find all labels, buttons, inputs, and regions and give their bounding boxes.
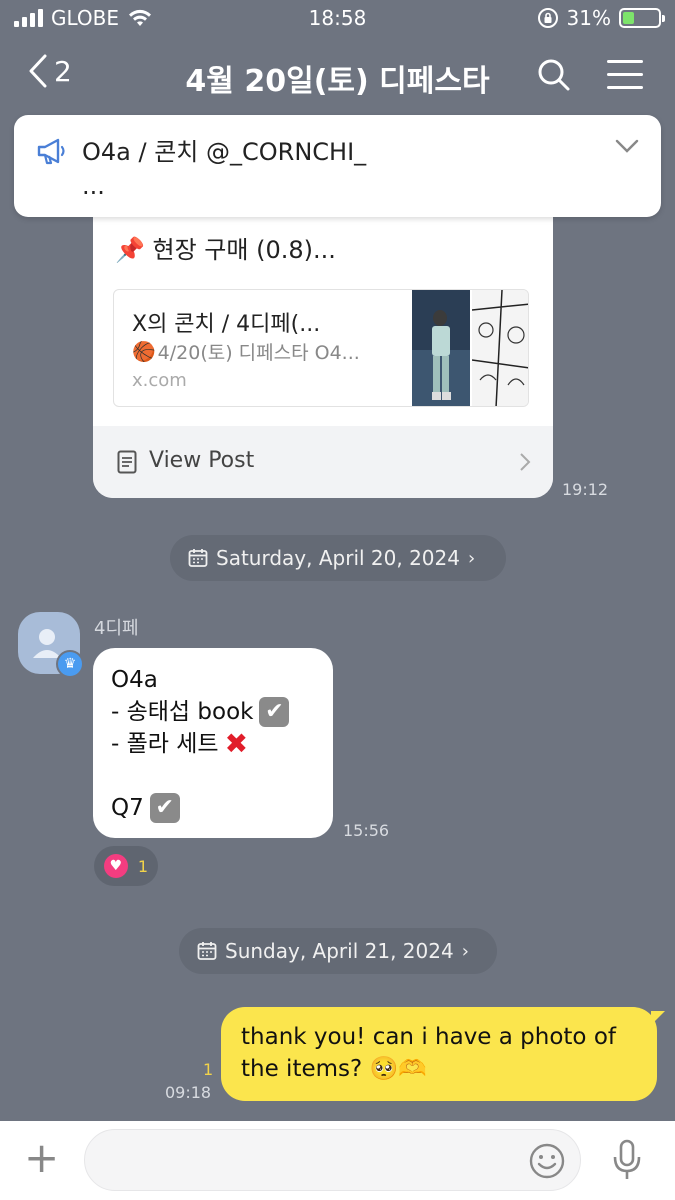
view-post-button[interactable]: View Post [93, 426, 553, 498]
view-post-label: View Post [149, 448, 255, 473]
checkbox-icon: ✔ [259, 697, 290, 727]
message-line-text: - 폴라 세트 [111, 731, 219, 757]
emoji-icon[interactable] [528, 1142, 566, 1180]
message-line-text: - 송태섭 book [111, 699, 254, 725]
date-divider-label: Sunday, April 21, 2024 [225, 939, 454, 963]
reaction-count: 1 [137, 856, 149, 876]
megaphone-icon [37, 138, 65, 165]
message-line: Q7 ✔ [111, 792, 315, 824]
calendar-icon [188, 549, 208, 567]
search-icon[interactable] [537, 58, 571, 92]
message-input-bar: + [0, 1121, 675, 1200]
plus-icon[interactable]: + [24, 1137, 59, 1179]
chevron-down-icon[interactable] [615, 139, 639, 153]
battery-icon [619, 8, 665, 28]
crown-icon: ♛ [56, 650, 84, 678]
checkbox-icon: ✔ [149, 793, 180, 823]
date-divider[interactable]: Saturday, April 20, 2024 › [170, 535, 506, 581]
message-line: - 폴라 세트 ✖ [111, 728, 315, 760]
post-card[interactable]: 📌 현장 구매 (0.8)... X의 콘치 / 4디페(... 🏀 4/20(… [93, 200, 553, 498]
menu-icon[interactable] [607, 60, 643, 99]
chat-title: 4월 20일(토) 디페스타 [185, 64, 490, 99]
date-divider-label: Saturday, April 20, 2024 [216, 546, 460, 570]
preview-url: x.com [132, 370, 187, 391]
link-preview[interactable]: X의 콘치 / 4디페(... 🏀 4/20(토) 디페스타 O4... x.c… [113, 289, 529, 407]
document-icon [117, 450, 137, 474]
announcement-text: O4a / 콘치 @_CORNCHI_ ... [82, 135, 366, 203]
preview-description: 🏀 4/20(토) 디페스타 O4... [132, 338, 360, 365]
post-card-time: 19:12 [562, 480, 609, 499]
heart-icon: ♥ [103, 854, 128, 878]
chat-header: 2 4월 20일(토) 디페스타 [0, 40, 675, 112]
battery-percent: 31% [566, 6, 611, 30]
chevron-right-icon [520, 453, 531, 471]
avatar[interactable]: ♛ [18, 612, 84, 678]
status-bar: GLOBE 18:58 31% [0, 0, 675, 38]
sender-name: 4디페 [94, 618, 139, 639]
chevron-right-icon: › [461, 940, 469, 962]
unread-indicator: 1 [203, 1060, 214, 1079]
sent-message-bubble[interactable]: thank you! can i have a photo of the ite… [221, 1007, 665, 1101]
sent-message-time: 09:18 [165, 1083, 212, 1102]
received-message-bubble[interactable]: O4a - 송태섭 book ✔ - 폴라 세트 ✖ Q7 ✔ [93, 648, 333, 838]
microphone-icon[interactable] [612, 1139, 642, 1181]
sent-message-line: thank you! can i have a photo of [241, 1024, 616, 1050]
message-line: - 송태섭 book ✔ [111, 696, 315, 728]
preview-thumbnail [412, 290, 470, 406]
preview-description-text: 4/20(토) 디페스타 O4... [157, 342, 360, 364]
message-line-text: Q7 [111, 795, 144, 821]
status-right: 31% [537, 6, 665, 30]
announcement-line2: ... [82, 172, 105, 200]
basketball-icon: 🏀 [132, 341, 156, 363]
message-input[interactable] [84, 1129, 581, 1191]
received-message-time: 15:56 [343, 821, 390, 840]
calendar-icon [197, 942, 217, 960]
preview-title: X의 콘치 / 4디페(... [132, 312, 321, 337]
sent-message-line: the items? 🥺🫶 [241, 1056, 427, 1082]
message-line-empty [111, 760, 315, 792]
message-line: O4a [111, 667, 158, 693]
post-excerpt: 📌 현장 구매 (0.8)... [115, 236, 336, 264]
announcement-line1: O4a / 콘치 @_CORNCHI_ [82, 138, 367, 166]
announcement-banner[interactable]: O4a / 콘치 @_CORNCHI_ ... [14, 115, 661, 217]
preview-thumbnail-manga [471, 290, 528, 406]
cross-mark-icon: ✖ [224, 727, 249, 760]
date-divider[interactable]: Sunday, April 21, 2024 › [179, 928, 497, 974]
reaction-badge[interactable]: ♥ 1 [94, 846, 158, 886]
orientation-lock-icon [537, 8, 558, 28]
chevron-right-icon: › [467, 547, 476, 569]
